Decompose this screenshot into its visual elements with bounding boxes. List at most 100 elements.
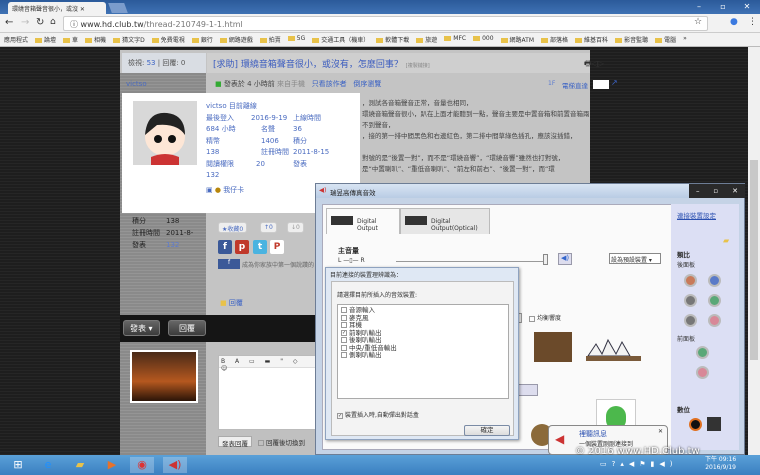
device-option[interactable]: 側喇叭輸出	[341, 351, 505, 360]
extension-icon[interactable]: ●	[730, 17, 738, 27]
twitter-icon[interactable]: t	[253, 240, 267, 254]
bookmark[interactable]: 000	[473, 35, 493, 44]
bookmark[interactable]: 交通工具（機車）	[312, 35, 369, 44]
bookmark[interactable]: 猜文字D	[113, 35, 145, 44]
only-author-link[interactable]: 只看該作者	[312, 80, 347, 88]
effect-button[interactable]	[516, 384, 538, 396]
upvote-button[interactable]: ↑0	[260, 222, 277, 233]
reverse-link[interactable]: 倒序瀏覽	[353, 80, 381, 88]
bookmark[interactable]: 車	[63, 35, 78, 44]
mute-button[interactable]: ◀)	[558, 253, 572, 265]
clock[interactable]: 下午 09:16 2016/9/19	[705, 456, 736, 472]
editor-toolbar[interactable]: B A ▭ ▬ " ◇ ☺	[219, 356, 319, 372]
home-icon[interactable]: ⌂	[50, 17, 56, 27]
submit-reply-button[interactable]: 發表回覆	[218, 436, 252, 448]
ie-icon[interactable]: e	[36, 457, 60, 473]
maximize-button[interactable]: ▫	[713, 187, 718, 195]
bookmark[interactable]: 網路遊戲	[220, 35, 253, 44]
new-tab-button[interactable]	[108, 3, 128, 13]
address-bar[interactable]: ⓘ www.hd.club.tw/thread-210749-1-1.html	[63, 16, 708, 31]
bookmark[interactable]: 軟體下載	[376, 35, 409, 44]
star-icon[interactable]: ☆	[694, 17, 702, 27]
plurk-icon[interactable]: p	[235, 240, 249, 254]
reply-button[interactable]: 回覆	[168, 320, 206, 336]
bookmark[interactable]: 應用程式	[4, 35, 28, 44]
minimize-button[interactable]: –	[688, 1, 710, 12]
bookmark[interactable]: 拍賣	[260, 35, 281, 44]
more-bookmarks[interactable]: »	[683, 35, 687, 44]
print-icon[interactable]: 🖶◁▷	[584, 58, 604, 72]
menu-icon[interactable]: ⋮	[748, 17, 757, 27]
jump-input[interactable]	[593, 80, 609, 89]
connector-settings-link[interactable]: 連接裝置設定	[677, 210, 716, 220]
bookmark[interactable]: 銀行	[192, 35, 213, 44]
front-panel-label: 前面板	[677, 336, 696, 343]
environment-opera-icon[interactable]	[586, 332, 641, 362]
new-post-button[interactable]: 發表 ▾	[123, 320, 160, 336]
reload-icon[interactable]: ↻	[36, 17, 44, 28]
loudness-checkbox[interactable]: 均衡響度	[529, 313, 561, 322]
device-option[interactable]: 麥克風	[341, 314, 505, 323]
jack-blue[interactable]	[708, 274, 721, 287]
tab-digital-output[interactable]: Digital Output	[326, 208, 400, 234]
author-name[interactable]: victso	[126, 80, 147, 88]
facebook-icon[interactable]: f	[218, 240, 232, 254]
downvote-button[interactable]: ↓0	[287, 222, 304, 233]
scrollbar-thumb[interactable]	[750, 160, 758, 360]
jack-green[interactable]	[708, 294, 721, 307]
bookmark[interactable]: 影音監聽	[615, 35, 648, 44]
chrome-icon[interactable]: ◉	[130, 457, 154, 473]
environment-room-icon[interactable]	[534, 332, 572, 362]
bookmark[interactable]: 部落格	[541, 35, 568, 44]
after-reply-checkbox[interactable]: 回覆後切換到	[258, 437, 305, 447]
explorer-icon[interactable]: ▰	[68, 457, 92, 473]
pixnet-icon[interactable]: P	[270, 240, 284, 254]
folder-icon[interactable]: ▰	[723, 236, 729, 245]
bookmark[interactable]: 維基百科	[575, 35, 608, 44]
media-player-icon[interactable]: ▶	[100, 457, 124, 473]
coaxial-jack[interactable]	[689, 418, 702, 431]
volume-thumb[interactable]	[543, 254, 548, 265]
system-tray[interactable]: ▭?▴◀⚑▮◀)	[600, 460, 677, 468]
close-button[interactable]: ✕	[732, 187, 738, 195]
reply-link[interactable]: ■ 回覆	[220, 298, 243, 308]
bookmark[interactable]: 5G	[288, 35, 305, 44]
jack-orange[interactable]	[684, 274, 697, 287]
fb-like-button[interactable]: f	[218, 259, 240, 269]
minimize-button[interactable]: –	[696, 187, 700, 195]
browser-tab[interactable]: 環繞音箱聲音很小，或沒 ✕	[8, 2, 106, 14]
front-jack-green[interactable]	[696, 346, 709, 359]
bookmark[interactable]: 旅遊	[416, 35, 437, 44]
copy-link[interactable]: [複製鏈接]	[406, 63, 430, 69]
bookmark[interactable]: 電腦	[655, 35, 676, 44]
sound-manager-icon[interactable]: ◀)	[163, 457, 187, 473]
ok-button[interactable]: 確定	[464, 425, 510, 436]
start-button[interactable]: ⊞	[6, 457, 30, 473]
jack-pink[interactable]	[708, 314, 721, 327]
bookmark[interactable]: 免費電視	[152, 35, 185, 44]
optical-jack[interactable]	[707, 417, 721, 431]
close-button[interactable]: ✕	[736, 1, 758, 12]
bookmark[interactable]: 相機	[85, 35, 106, 44]
front-jack-pink[interactable]	[696, 366, 709, 379]
forward-icon[interactable]: →	[21, 17, 29, 28]
auto-popup-checkbox[interactable]: ✓ 裝置插入時,自動彈出對話盒	[337, 410, 419, 419]
bookmark[interactable]: 網路ATM	[501, 35, 534, 44]
balance-slider[interactable]: L —▯— R	[338, 257, 365, 264]
volume-slider[interactable]	[396, 261, 546, 262]
close-icon[interactable]: ✕	[658, 428, 663, 435]
jack-gray[interactable]	[684, 294, 697, 307]
maximize-button[interactable]: ▫	[712, 1, 734, 12]
jack-black[interactable]	[684, 314, 697, 327]
user-card-link[interactable]: 我仔卡	[223, 186, 244, 194]
back-icon[interactable]: ←	[5, 17, 13, 28]
device-list[interactable]: 音源輸入 麥克風 耳機 ✓ 前喇叭輸出 後喇叭輸出 中央/重低音輸出 側喇叭輸出	[337, 304, 509, 399]
avatar[interactable]	[133, 101, 197, 165]
go-icon[interactable]: ↗	[611, 78, 618, 87]
tab-digital-optical[interactable]: Digital Output(Optical)	[400, 208, 490, 234]
bookmark[interactable]: 論壇	[35, 35, 56, 44]
favorite-button[interactable]: ★收藏0	[218, 222, 248, 233]
default-device-dropdown[interactable]: 設為預設裝置 ▾	[609, 253, 661, 264]
bookmark[interactable]: MFC	[444, 35, 466, 44]
reply-editor[interactable]: B A ▭ ▬ " ◇ ☺	[218, 355, 320, 430]
